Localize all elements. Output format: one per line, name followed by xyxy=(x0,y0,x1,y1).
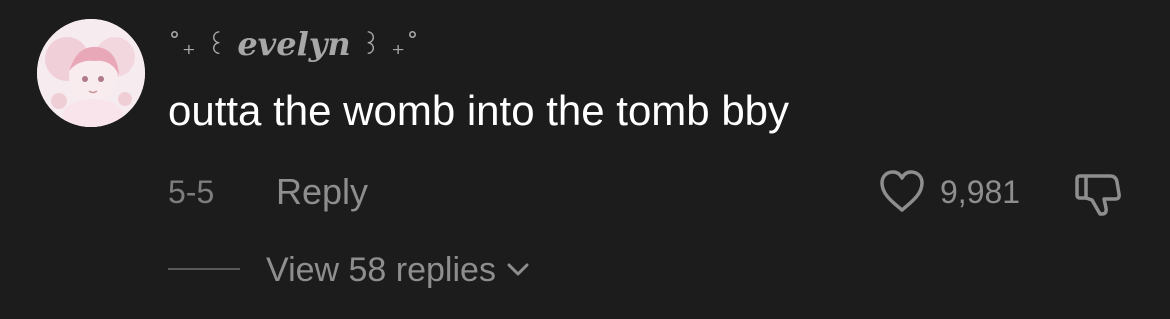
comment-text: outta the womb into the tomb bby xyxy=(168,87,790,134)
username-suffix: ꒱ ₊˚ xyxy=(360,31,420,61)
dislike-button[interactable] xyxy=(1072,166,1124,220)
like-button[interactable] xyxy=(876,166,928,218)
thumbs-down-outline-icon xyxy=(1075,174,1121,216)
chevron-down-icon xyxy=(507,263,529,276)
username-prefix: ˚₊ ꒰ xyxy=(168,31,228,61)
avatar-image xyxy=(37,19,145,127)
username-name: evelyn xyxy=(237,25,351,63)
comment-date: 5-5 xyxy=(168,174,215,210)
view-replies-button[interactable]: View 58 replies xyxy=(266,248,530,292)
replies-divider xyxy=(168,268,240,270)
view-replies-label: View 58 replies xyxy=(266,251,496,289)
avatar[interactable] xyxy=(37,19,145,127)
reply-button[interactable]: Reply xyxy=(276,170,368,214)
like-count: 9,981 xyxy=(940,174,1021,210)
heart-outline-icon xyxy=(880,170,924,212)
comment-username[interactable]: ˚₊ ꒰ evelyn ꒱ ₊˚ xyxy=(168,20,420,68)
